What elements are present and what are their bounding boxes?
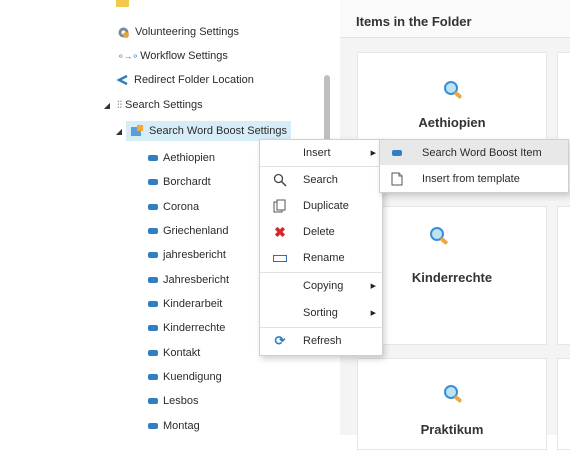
tree-item-label: Kinderarbeit (163, 298, 223, 310)
tree-item[interactable]: Borchardt (148, 172, 211, 192)
search-item-icon (148, 301, 158, 307)
tree-item-label: Corona (163, 201, 200, 213)
tree-item-label: Search Word Boost Settings (149, 125, 287, 137)
folder-panel-header: Items in the Folder (340, 0, 570, 38)
search-icon (273, 173, 287, 187)
search-item-icon (148, 228, 158, 234)
tree-item-label: jahresbericht (163, 249, 226, 261)
search-item-icon (148, 277, 158, 283)
refresh-icon: ⟳ (274, 333, 286, 348)
menu-item-label: Sorting (303, 307, 338, 319)
tree-item-search-settings[interactable]: ⫶⫶ Search Settings (117, 95, 203, 115)
tree-item[interactable]: Corona (148, 197, 199, 217)
tree-item-label: Borchardt (163, 176, 211, 188)
search-item-icon (148, 179, 158, 185)
context-menu: Insert ▶ Search Duplicate ✖ Delete Renam… (259, 139, 383, 356)
tree-item[interactable]: Aethiopien (148, 148, 215, 168)
search-item-icon (148, 155, 158, 161)
search-item-icon (148, 252, 158, 258)
submenu-item-label: Search Word Boost Item (422, 146, 542, 159)
folder-card[interactable]: Praktikum (357, 358, 547, 450)
rename-icon (273, 251, 287, 265)
tree-item-label: Aethiopien (163, 152, 215, 164)
search-item-icon (148, 374, 158, 380)
folder-panel-title: Items in the Folder (356, 14, 472, 29)
magnifier-icon (444, 81, 462, 99)
magnifier-icon (430, 227, 448, 245)
tree-item[interactable]: Kinderrechte (148, 318, 225, 338)
folder-card-label: Kinderrechte (411, 270, 493, 285)
menu-item-sorting[interactable]: Sorting ▶ (260, 300, 382, 326)
submenu-arrow-icon: ▶ (370, 150, 376, 157)
submenu-arrow-icon: ▶ (370, 283, 376, 290)
delete-icon: ✖ (274, 223, 286, 240)
tree-item[interactable]: Griechenland (148, 221, 228, 241)
tree-item[interactable]: Kinderarbeit (148, 294, 222, 314)
menu-item-refresh[interactable]: ⟳ Refresh (260, 328, 382, 354)
menu-item-label: Insert (303, 147, 331, 159)
tree-item-label: Search Settings (125, 99, 203, 111)
search-item-icon (148, 423, 158, 429)
tree-item-redirect-folder-location[interactable]: Redirect Folder Location (117, 70, 254, 90)
menu-item-delete[interactable]: ✖ Delete (260, 219, 382, 245)
tree-item[interactable]: Kuendigung (148, 367, 222, 387)
folder-icon (116, 0, 129, 7)
menu-item-duplicate[interactable]: Duplicate (260, 193, 382, 219)
folder-card-label: Aethiopien (418, 115, 486, 130)
tree-item-label: Kontakt (163, 347, 201, 359)
tree-item-volunteering-settings[interactable]: Volunteering Settings (117, 22, 239, 42)
search-item-icon (148, 398, 158, 404)
menu-item-label: Duplicate (303, 200, 349, 212)
tree-item-label: Lesbos (163, 395, 199, 407)
tree-item-label: Volunteering Settings (135, 26, 239, 38)
tree-item[interactable]: Jahresbericht (148, 270, 229, 290)
tree-item[interactable]: Lesbos (148, 391, 198, 411)
submenu-item-insert-from-template[interactable]: Insert from template (380, 166, 568, 191)
tree-item-search-word-boost-settings[interactable]: Search Word Boost Settings (126, 121, 291, 141)
tree-item-clipped[interactable] (116, 0, 319, 12)
submenu-item-search-word-boost-item[interactable]: Search Word Boost Item (380, 140, 568, 165)
boost-settings-icon (131, 124, 143, 136)
tree-item[interactable]: Montag (148, 416, 200, 435)
menu-item-label: Copying (303, 280, 344, 292)
magnifier-icon (444, 385, 462, 403)
tree-item-label: Montag (163, 420, 200, 432)
folder-card-edge (557, 206, 570, 345)
redirect-icon (117, 74, 128, 86)
menu-item-rename[interactable]: Rename (260, 245, 382, 271)
tree-item[interactable]: jahresbericht (148, 245, 226, 265)
search-item-icon (148, 204, 158, 210)
tree-item-label: Griechenland (163, 225, 229, 237)
tree-item-workflow-settings[interactable]: ⚬→⚬ Workflow Settings (117, 46, 228, 66)
tree-item-label: Redirect Folder Location (134, 74, 254, 86)
tree-item-label: Workflow Settings (140, 50, 228, 62)
menu-item-label: Delete (303, 226, 335, 238)
menu-item-label: Refresh (303, 335, 342, 347)
menu-item-search[interactable]: Search (260, 167, 382, 193)
search-settings-icon: ⫶⫶ (117, 99, 122, 111)
search-item-icon (148, 325, 158, 331)
workflow-icon: ⚬→⚬ (117, 50, 139, 61)
menu-item-label: Rename (303, 252, 345, 264)
insert-submenu: Search Word Boost Item Insert from templ… (379, 139, 569, 193)
folder-card-edge (557, 358, 570, 450)
collapse-arrow-icon[interactable]: ◢ (114, 126, 124, 136)
settings-gear-icon (118, 27, 129, 38)
submenu-arrow-icon: ▶ (370, 310, 376, 317)
menu-item-insert[interactable]: Insert ▶ (260, 140, 382, 166)
template-icon (391, 172, 403, 185)
search-item-icon (390, 146, 404, 160)
tree-item[interactable]: Kontakt (148, 343, 200, 363)
tree-item-label: Jahresbericht (163, 274, 230, 286)
menu-item-copying[interactable]: Copying ▶ (260, 273, 382, 299)
duplicate-icon (273, 199, 286, 213)
collapse-arrow-icon[interactable]: ◢ (102, 100, 112, 110)
folder-card[interactable]: Kinderrechte (357, 206, 547, 345)
submenu-item-label: Insert from template (422, 172, 520, 185)
menu-item-label: Search (303, 174, 338, 186)
tree-item-label: Kuendigung (163, 371, 222, 383)
tree-item-label: Kinderrechte (163, 322, 226, 334)
search-item-icon (148, 350, 158, 356)
